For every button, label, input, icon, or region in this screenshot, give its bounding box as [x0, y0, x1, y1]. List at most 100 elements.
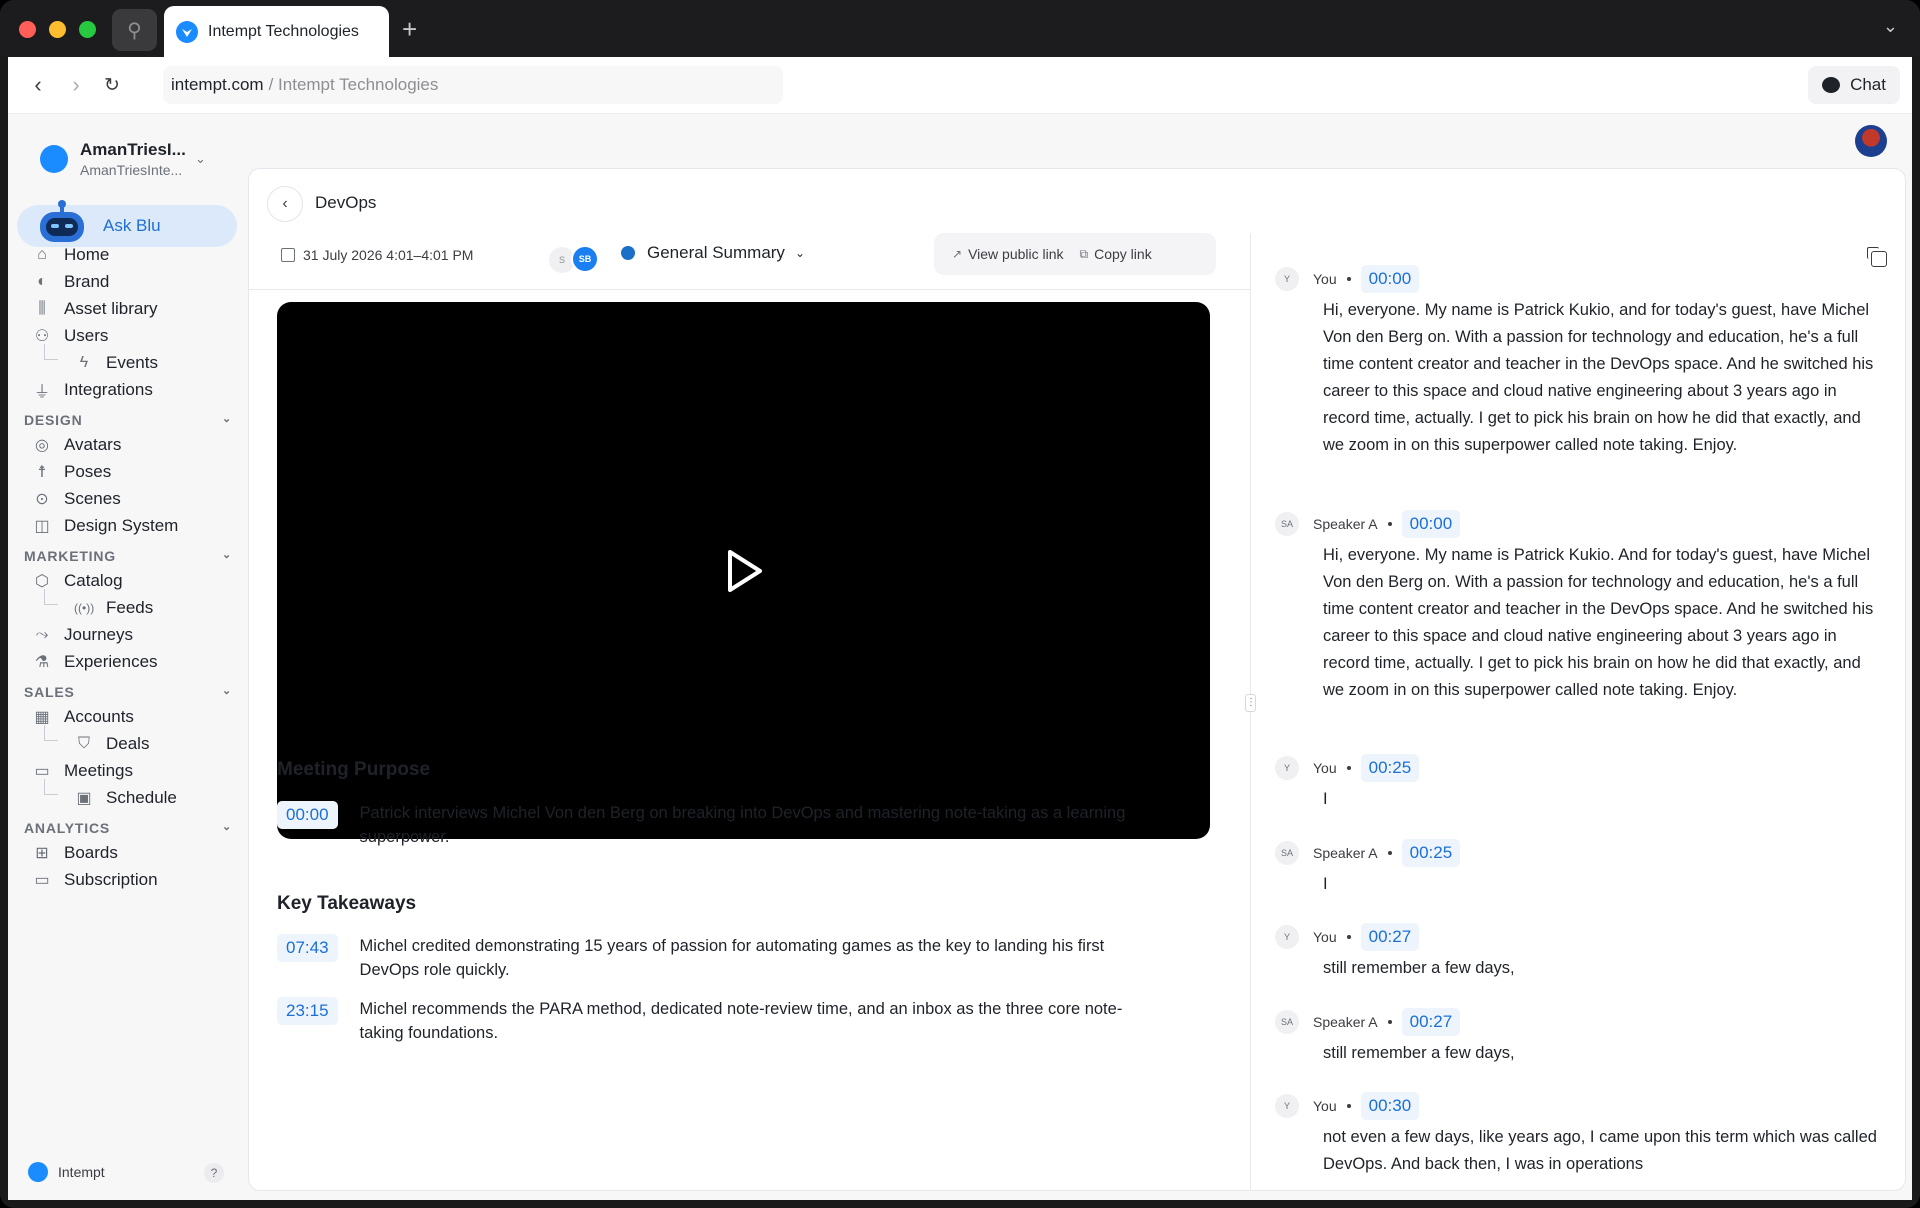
- section-marketing[interactable]: MARKETING ⌄: [24, 548, 232, 564]
- url-host: intempt.com: [171, 75, 264, 94]
- library-icon: ⫼: [38, 300, 46, 317]
- view-public-link-button[interactable]: ↗ View public link: [944, 239, 1072, 269]
- broadcast-icon: ((•)): [74, 601, 95, 615]
- summary-type-dropdown[interactable]: General Summary ⌄: [621, 243, 805, 263]
- sidebar-item-design-system[interactable]: ◫ Design System: [32, 512, 178, 540]
- chevron-down-icon: ⌄: [221, 549, 232, 561]
- flask-icon: ⚗: [34, 654, 50, 671]
- grid-icon: ⊞: [35, 845, 49, 862]
- workspace-switcher[interactable]: AmanTriesI... AmanTriesInte...: [40, 140, 186, 178]
- sidebar-item-integrations[interactable]: ⏚ Integrations: [32, 376, 153, 404]
- timestamp-link[interactable]: 00:27: [1401, 1008, 1461, 1036]
- participant-avatars[interactable]: S SB: [549, 245, 599, 273]
- close-window-button[interactable]: [19, 21, 36, 38]
- resize-handle[interactable]: ⋮: [1245, 694, 1256, 712]
- browser-window: ⚲ Intempt Technologies + ⌄ ‹ › ↻ intempt…: [0, 0, 1920, 1208]
- transcript-text: still remember a few days,: [1323, 1044, 1515, 1062]
- sidebar-item-subscription[interactable]: ▭ Subscription: [32, 866, 157, 894]
- credit-card-icon: ▭: [34, 872, 50, 889]
- timestamp-link[interactable]: 07:43: [277, 934, 338, 962]
- separator-dot: [1387, 851, 1392, 855]
- sidebar-item-feeds[interactable]: ((•)) Feeds: [74, 594, 153, 622]
- back-arrow-icon[interactable]: ‹: [24, 71, 52, 99]
- key-takeaways-heading: Key Takeaways: [277, 893, 417, 914]
- sidebar-item-events[interactable]: ϟ Events: [74, 349, 158, 377]
- pin-icon[interactable]: ⚲: [112, 9, 157, 51]
- title-bar: ⚲ Intempt Technologies + ⌄: [0, 0, 1920, 57]
- avatar-icon: ◎: [35, 437, 49, 454]
- transcript-entry: SA Speaker A 00:27 still remember a few da…: [1275, 1008, 1875, 1067]
- takeaway-text: Michel credited demonstrating 15 years o…: [359, 937, 1105, 979]
- speaker-name: You: [1313, 760, 1337, 776]
- sidebar-item-scenes[interactable]: ⊙ Scenes: [32, 485, 120, 513]
- chat-bubble-icon: [1822, 77, 1841, 93]
- app-area: AmanTriesI... AmanTriesInte... ⌄ Ask Blu…: [8, 113, 1912, 1200]
- address-bar[interactable]: intempt.com / Intempt Technologies: [163, 66, 783, 104]
- timestamp-link[interactable]: 00:30: [1360, 1092, 1420, 1120]
- sidebar: AmanTriesI... AmanTriesInte... ⌄ Ask Blu…: [8, 114, 246, 1201]
- transcript-entry: SA Speaker A 00:00 Hi, everyone. My name i…: [1275, 510, 1875, 704]
- sidebar-item-journeys[interactable]: ⤳ Journeys: [32, 621, 133, 649]
- timestamp-link[interactable]: 00:00: [1360, 265, 1420, 293]
- speaker-name: Speaker A: [1313, 516, 1378, 532]
- sidebar-item-brand[interactable]: ◐ Brand: [32, 268, 109, 296]
- maximize-window-button[interactable]: [79, 21, 96, 38]
- timestamp-link[interactable]: 00:00: [1401, 510, 1461, 538]
- box-icon: ⬡: [35, 573, 49, 590]
- transcript-text: not even a few days, like years ago, I c…: [1323, 1128, 1877, 1173]
- forward-arrow-icon[interactable]: ›: [62, 71, 90, 99]
- chevron-down-icon: ⌄: [794, 246, 805, 260]
- sidebar-item-experiences[interactable]: ⚗ Experiences: [32, 648, 158, 676]
- sidebar-item-schedule[interactable]: ▣ Schedule: [74, 784, 176, 812]
- timestamp-link[interactable]: 23:15: [277, 997, 338, 1025]
- speaker-avatar: Y: [1275, 1094, 1299, 1118]
- workspace-subtitle: AmanTriesInte...: [80, 162, 183, 178]
- minimize-window-button[interactable]: [49, 21, 66, 38]
- sidebar-item-asset-library[interactable]: ⫼ Asset library: [32, 295, 157, 323]
- camera-icon: ⊙: [35, 491, 49, 508]
- calendar-icon: ▭: [34, 763, 50, 780]
- play-icon[interactable]: [722, 547, 766, 595]
- separator-dot: [1346, 277, 1351, 281]
- chevron-down-icon[interactable]: ⌄: [195, 151, 206, 167]
- section-analytics[interactable]: ANALYTICS ⌄: [24, 820, 232, 836]
- reload-icon[interactable]: ↻: [98, 71, 126, 99]
- separator-dot: [1346, 766, 1351, 770]
- speaker-name: You: [1313, 1098, 1337, 1114]
- separator-dot: [1387, 522, 1392, 526]
- copy-link-button[interactable]: ⧉ Copy link: [1072, 239, 1160, 269]
- external-link-icon: ↗: [952, 247, 963, 261]
- timestamp-link[interactable]: 00:25: [1360, 754, 1420, 782]
- chevron-down-icon: ⌄: [221, 413, 232, 425]
- sidebar-item-poses[interactable]: ☨ Poses: [32, 458, 112, 486]
- sidebar-footer-brand[interactable]: Intempt: [28, 1162, 105, 1182]
- speaker-avatar: Y: [1275, 756, 1299, 780]
- back-button[interactable]: ‹: [267, 186, 303, 222]
- workspace-name: AmanTriesI...: [80, 140, 186, 159]
- link-actions: ↗ View public link ⧉ Copy link: [934, 233, 1216, 275]
- summary-icon: [621, 246, 635, 260]
- user-avatar[interactable]: [1855, 125, 1887, 157]
- sidebar-item-avatars[interactable]: ◎ Avatars: [32, 431, 121, 459]
- timestamp-link[interactable]: 00:00: [277, 801, 338, 829]
- timestamp-link[interactable]: 00:25: [1401, 839, 1461, 867]
- browser-tab[interactable]: Intempt Technologies: [164, 6, 389, 57]
- tab-list-chevron-icon[interactable]: ⌄: [1883, 16, 1898, 37]
- section-design[interactable]: DESIGN ⌄: [24, 412, 232, 428]
- sidebar-item-deals[interactable]: ⛉ Deals: [74, 730, 149, 758]
- intempt-logo-icon: [28, 1162, 48, 1182]
- speaker-avatar: Y: [1275, 267, 1299, 291]
- plug-icon: ⏚: [33, 384, 50, 401]
- timestamp-link[interactable]: 00:27: [1360, 923, 1420, 951]
- url-path: / Intempt Technologies: [268, 75, 439, 94]
- chat-button[interactable]: Chat: [1808, 66, 1900, 104]
- speaker-name: Speaker A: [1313, 845, 1378, 861]
- transcript-text: Hi, everyone. My name is Patrick Kukio, …: [1323, 301, 1874, 454]
- section-sales[interactable]: SALES ⌄: [24, 684, 232, 700]
- users-icon: ⚇: [34, 328, 50, 345]
- tree-connector: [44, 344, 58, 360]
- sidebar-item-boards[interactable]: ⊞ Boards: [32, 839, 118, 867]
- help-icon[interactable]: ?: [204, 1163, 224, 1183]
- new-tab-icon[interactable]: +: [402, 14, 417, 45]
- sidebar-item-home[interactable]: ⌂ Home: [32, 241, 109, 269]
